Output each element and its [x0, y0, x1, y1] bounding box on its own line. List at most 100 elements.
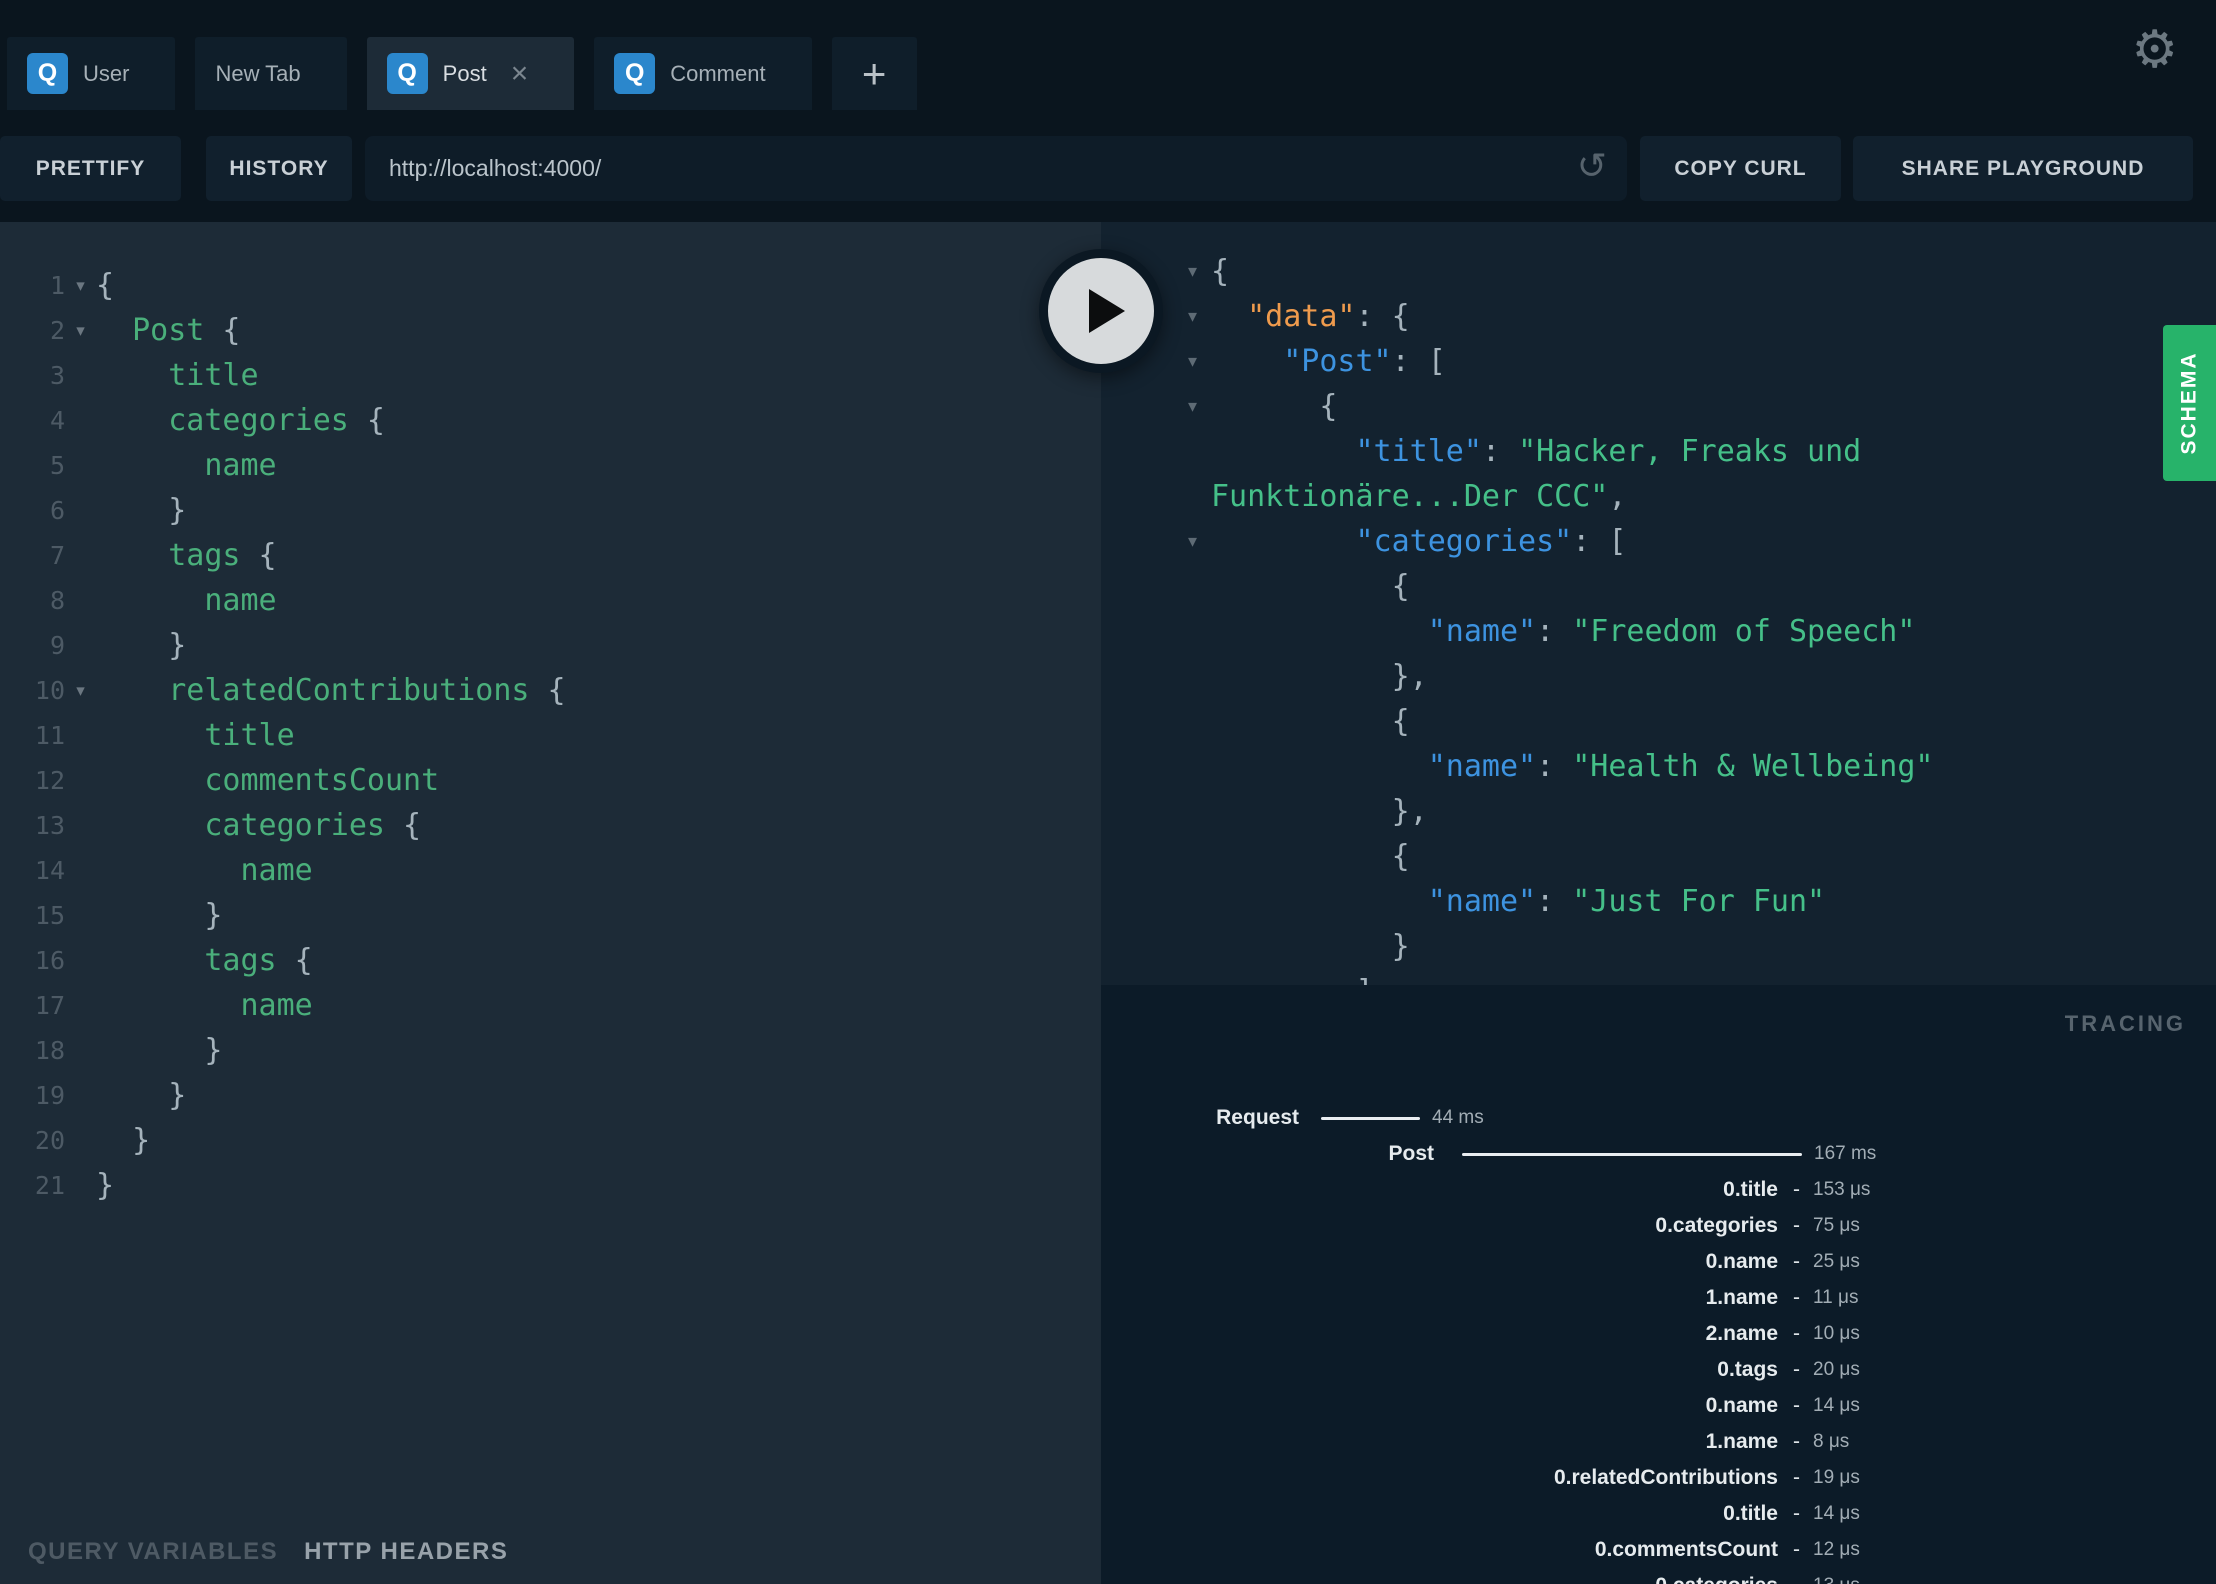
trace-duration: 13 μs — [1813, 1575, 1860, 1584]
line-number: 9 — [49, 631, 65, 660]
trace-label: 1.name — [1705, 1286, 1778, 1309]
tab-label: User — [83, 60, 130, 86]
editor-line[interactable]: 1 ▾{ — [0, 263, 1101, 308]
code-token: categories — [168, 403, 349, 438]
editor-line[interactable]: 13 categories { — [0, 803, 1101, 848]
tab-comment[interactable]: Q Comment — [594, 37, 812, 110]
code-token: } — [96, 628, 187, 663]
code-token: "Hacker, Freaks und — [1518, 434, 1862, 469]
share-playground-button[interactable]: SHARE PLAYGROUND — [1853, 136, 2193, 201]
editor-line[interactable]: 18 } — [0, 1028, 1101, 1073]
editor-line[interactable]: 9 } — [0, 623, 1101, 668]
response-line: "name": "Just For Fun" — [1101, 879, 2216, 924]
code-line-text: { — [96, 263, 114, 308]
fold-arrow-icon[interactable]: ▾ — [1101, 531, 1211, 552]
line-number: 3 — [49, 361, 65, 390]
response-line: { — [1101, 699, 2216, 744]
code-token: { — [96, 268, 115, 303]
schema-tab[interactable]: SCHEMA — [2163, 325, 2216, 481]
tab-user[interactable]: Q User — [7, 37, 176, 110]
editor-line[interactable]: 15 } — [0, 893, 1101, 938]
code-token: { — [385, 808, 422, 843]
code-token: { — [240, 538, 277, 573]
code-line-text: ], — [1211, 969, 1391, 985]
editor-line[interactable]: 17 name — [0, 983, 1101, 1028]
response-line: ▾ "data": { — [1101, 294, 2216, 339]
editor-line[interactable]: 21} — [0, 1163, 1101, 1208]
code-token: : — [1536, 749, 1573, 784]
code-line-text: { — [1211, 384, 1337, 429]
fold-arrow-icon[interactable]: ▾ — [65, 321, 96, 341]
code-line-text: "Post": [ — [1211, 339, 1446, 384]
line-number: 16 — [34, 946, 65, 975]
settings-gear-icon[interactable]: ⚙ — [2131, 24, 2178, 76]
line-number: 14 — [34, 856, 65, 885]
tab-new-tab[interactable]: New Tab — [195, 37, 347, 110]
code-line-text: "name": "Freedom of Speech" — [1211, 609, 1916, 654]
graphql-playground: Q User New Tab Q Post × Q Comment + ⚙ PRETTIFY … — [0, 0, 2216, 1584]
code-token: }, — [1211, 659, 1428, 694]
code-token: } — [96, 1123, 151, 1158]
fold-arrow-icon[interactable]: ▾ — [1101, 396, 1211, 417]
new-tab-button[interactable]: + — [831, 37, 917, 110]
editor-line[interactable]: 3 title — [0, 353, 1101, 398]
editor-line[interactable]: 5 name — [0, 443, 1101, 488]
code-line-text: } — [96, 1028, 222, 1073]
editor-line[interactable]: 14 name — [0, 848, 1101, 893]
trace-row: 2.name -10 μs — [1101, 1316, 2216, 1352]
query-editor-pane[interactable]: 1 ▾{2 ▾ Post {3 title 4 categories {5 name 6… — [0, 222, 1101, 1584]
tab-post[interactable]: Q Post × — [366, 37, 575, 110]
reload-icon[interactable]: ↺ — [1577, 149, 1607, 185]
trace-duration: 11 μs — [1813, 1287, 1859, 1308]
response-line: ▾ "Post": [ — [1101, 339, 2216, 384]
history-button[interactable]: HISTORY — [206, 136, 352, 201]
code-line-text: relatedContributions { — [96, 668, 565, 713]
editor-line[interactable]: 10 ▾ relatedContributions { — [0, 668, 1101, 713]
line-number: 12 — [34, 766, 65, 795]
tab-label: Comment — [670, 60, 766, 86]
endpoint-url-input[interactable] — [365, 136, 1627, 201]
editor-line[interactable]: 20 } — [0, 1118, 1101, 1163]
trace-duration: 19 μs — [1813, 1467, 1860, 1488]
query-variables-tab[interactable]: QUERY VARIABLES — [28, 1538, 278, 1566]
trace-duration: 10 μs — [1813, 1323, 1860, 1344]
editor-line[interactable]: 12 commentsCount — [0, 758, 1101, 803]
query-type-icon: Q — [386, 53, 428, 94]
response-line: { — [1101, 834, 2216, 879]
fold-arrow-icon[interactable]: ▾ — [65, 681, 96, 701]
fold-arrow-icon[interactable]: ▾ — [65, 276, 96, 296]
editor-line[interactable]: 4 categories { — [0, 398, 1101, 443]
prettify-button[interactable]: PRETTIFY — [0, 136, 181, 201]
editor-line[interactable]: 6 } — [0, 488, 1101, 533]
line-number: 18 — [34, 1036, 65, 1065]
editor-line[interactable]: 2 ▾ Post { — [0, 308, 1101, 353]
trace-row: 0.name -25 μs — [1101, 1244, 2216, 1280]
execute-query-button[interactable] — [1039, 249, 1163, 373]
editor-line[interactable]: 19 } — [0, 1073, 1101, 1118]
http-headers-tab[interactable]: HTTP HEADERS — [304, 1538, 508, 1566]
response-line: ▾{ — [1101, 249, 2216, 294]
editor-line[interactable]: 7 tags { — [0, 533, 1101, 578]
trace-row: 0.name -14 μs — [1101, 1388, 2216, 1424]
code-token: "Just For Fun" — [1572, 884, 1826, 919]
code-line-text: "name": "Just For Fun" — [1211, 879, 1825, 924]
code-token: "Post" — [1283, 344, 1392, 379]
code-token: name — [240, 853, 313, 888]
editor-line[interactable]: 16 tags { — [0, 938, 1101, 983]
response-line: "name": "Health & Wellbeing" — [1101, 744, 2216, 789]
code-token: categories — [204, 808, 385, 843]
copy-curl-button[interactable]: COPY CURL — [1640, 136, 1841, 201]
response-line: "title": "Hacker, Freaks und — [1101, 429, 2216, 474]
editor-line[interactable]: 11 title — [0, 713, 1101, 758]
editor-line[interactable]: 8 name — [0, 578, 1101, 623]
close-tab-icon[interactable]: × — [511, 58, 529, 89]
